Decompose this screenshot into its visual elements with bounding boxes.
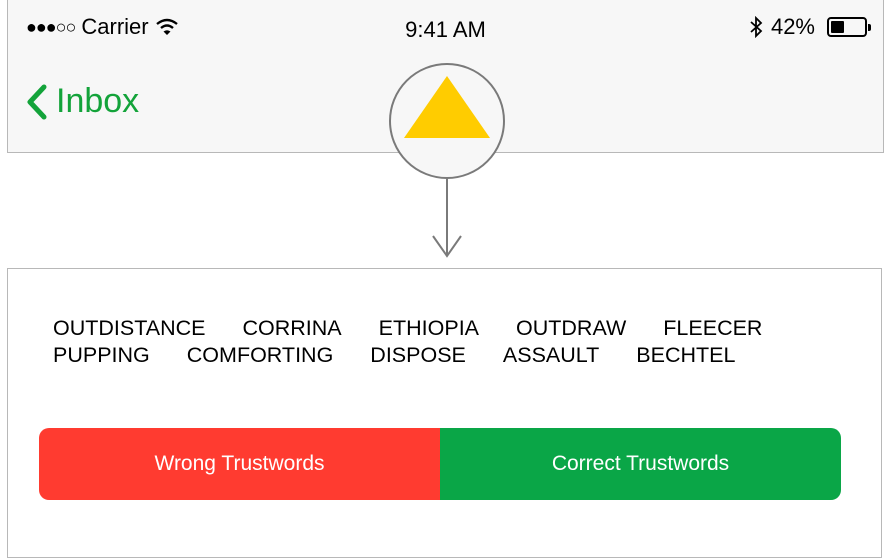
trustword: PUPPING [53,343,150,367]
battery-percent: 42% [770,14,815,39]
correct-trustwords-button[interactable]: Correct Trustwords [440,428,841,500]
yellow-triangle-icon [404,76,490,138]
bluetooth-icon [750,16,763,38]
battery-level-fill [831,21,845,33]
trustwords-row-2: PUPPING COMFORTING DISPOSE ASSAULT BECHT… [53,342,762,369]
trustwords-list: OUTDISTANCE CORRINA ETHIOPIA OUTDRAW FLE… [53,315,762,369]
trustword: CORRINA [242,316,342,340]
chevron-left-icon [27,84,47,119]
trustword: ETHIOPIA [378,316,480,340]
trustword: COMFORTING [186,343,334,367]
status-bar: ●●●○○ Carrier 9:41 AM 42% [8,0,883,60]
battery-icon [827,17,871,37]
trustword: BECHTEL [636,343,736,367]
battery-tip [868,24,871,31]
trustwords-row-1: OUTDISTANCE CORRINA ETHIOPIA OUTDRAW FLE… [53,315,762,342]
trustwords-panel: OUTDISTANCE CORRINA ETHIOPIA OUTDRAW FLE… [7,268,882,558]
trustwords-actions: Wrong Trustwords Correct Trustwords [39,428,841,500]
status-right: 42% [749,14,871,40]
trustword: DISPOSE [370,343,466,367]
trustword: FLEECER [663,316,763,340]
back-button[interactable]: Inbox [26,82,139,121]
back-label: Inbox [56,82,140,120]
wrong-trustwords-button[interactable]: Wrong Trustwords [39,428,440,500]
rating-magnifier [389,63,505,179]
trustword: ASSAULT [502,343,600,367]
trustword: OUTDRAW [516,316,627,340]
trustword: OUTDISTANCE [53,316,206,340]
arrow-down-icon [432,235,462,258]
